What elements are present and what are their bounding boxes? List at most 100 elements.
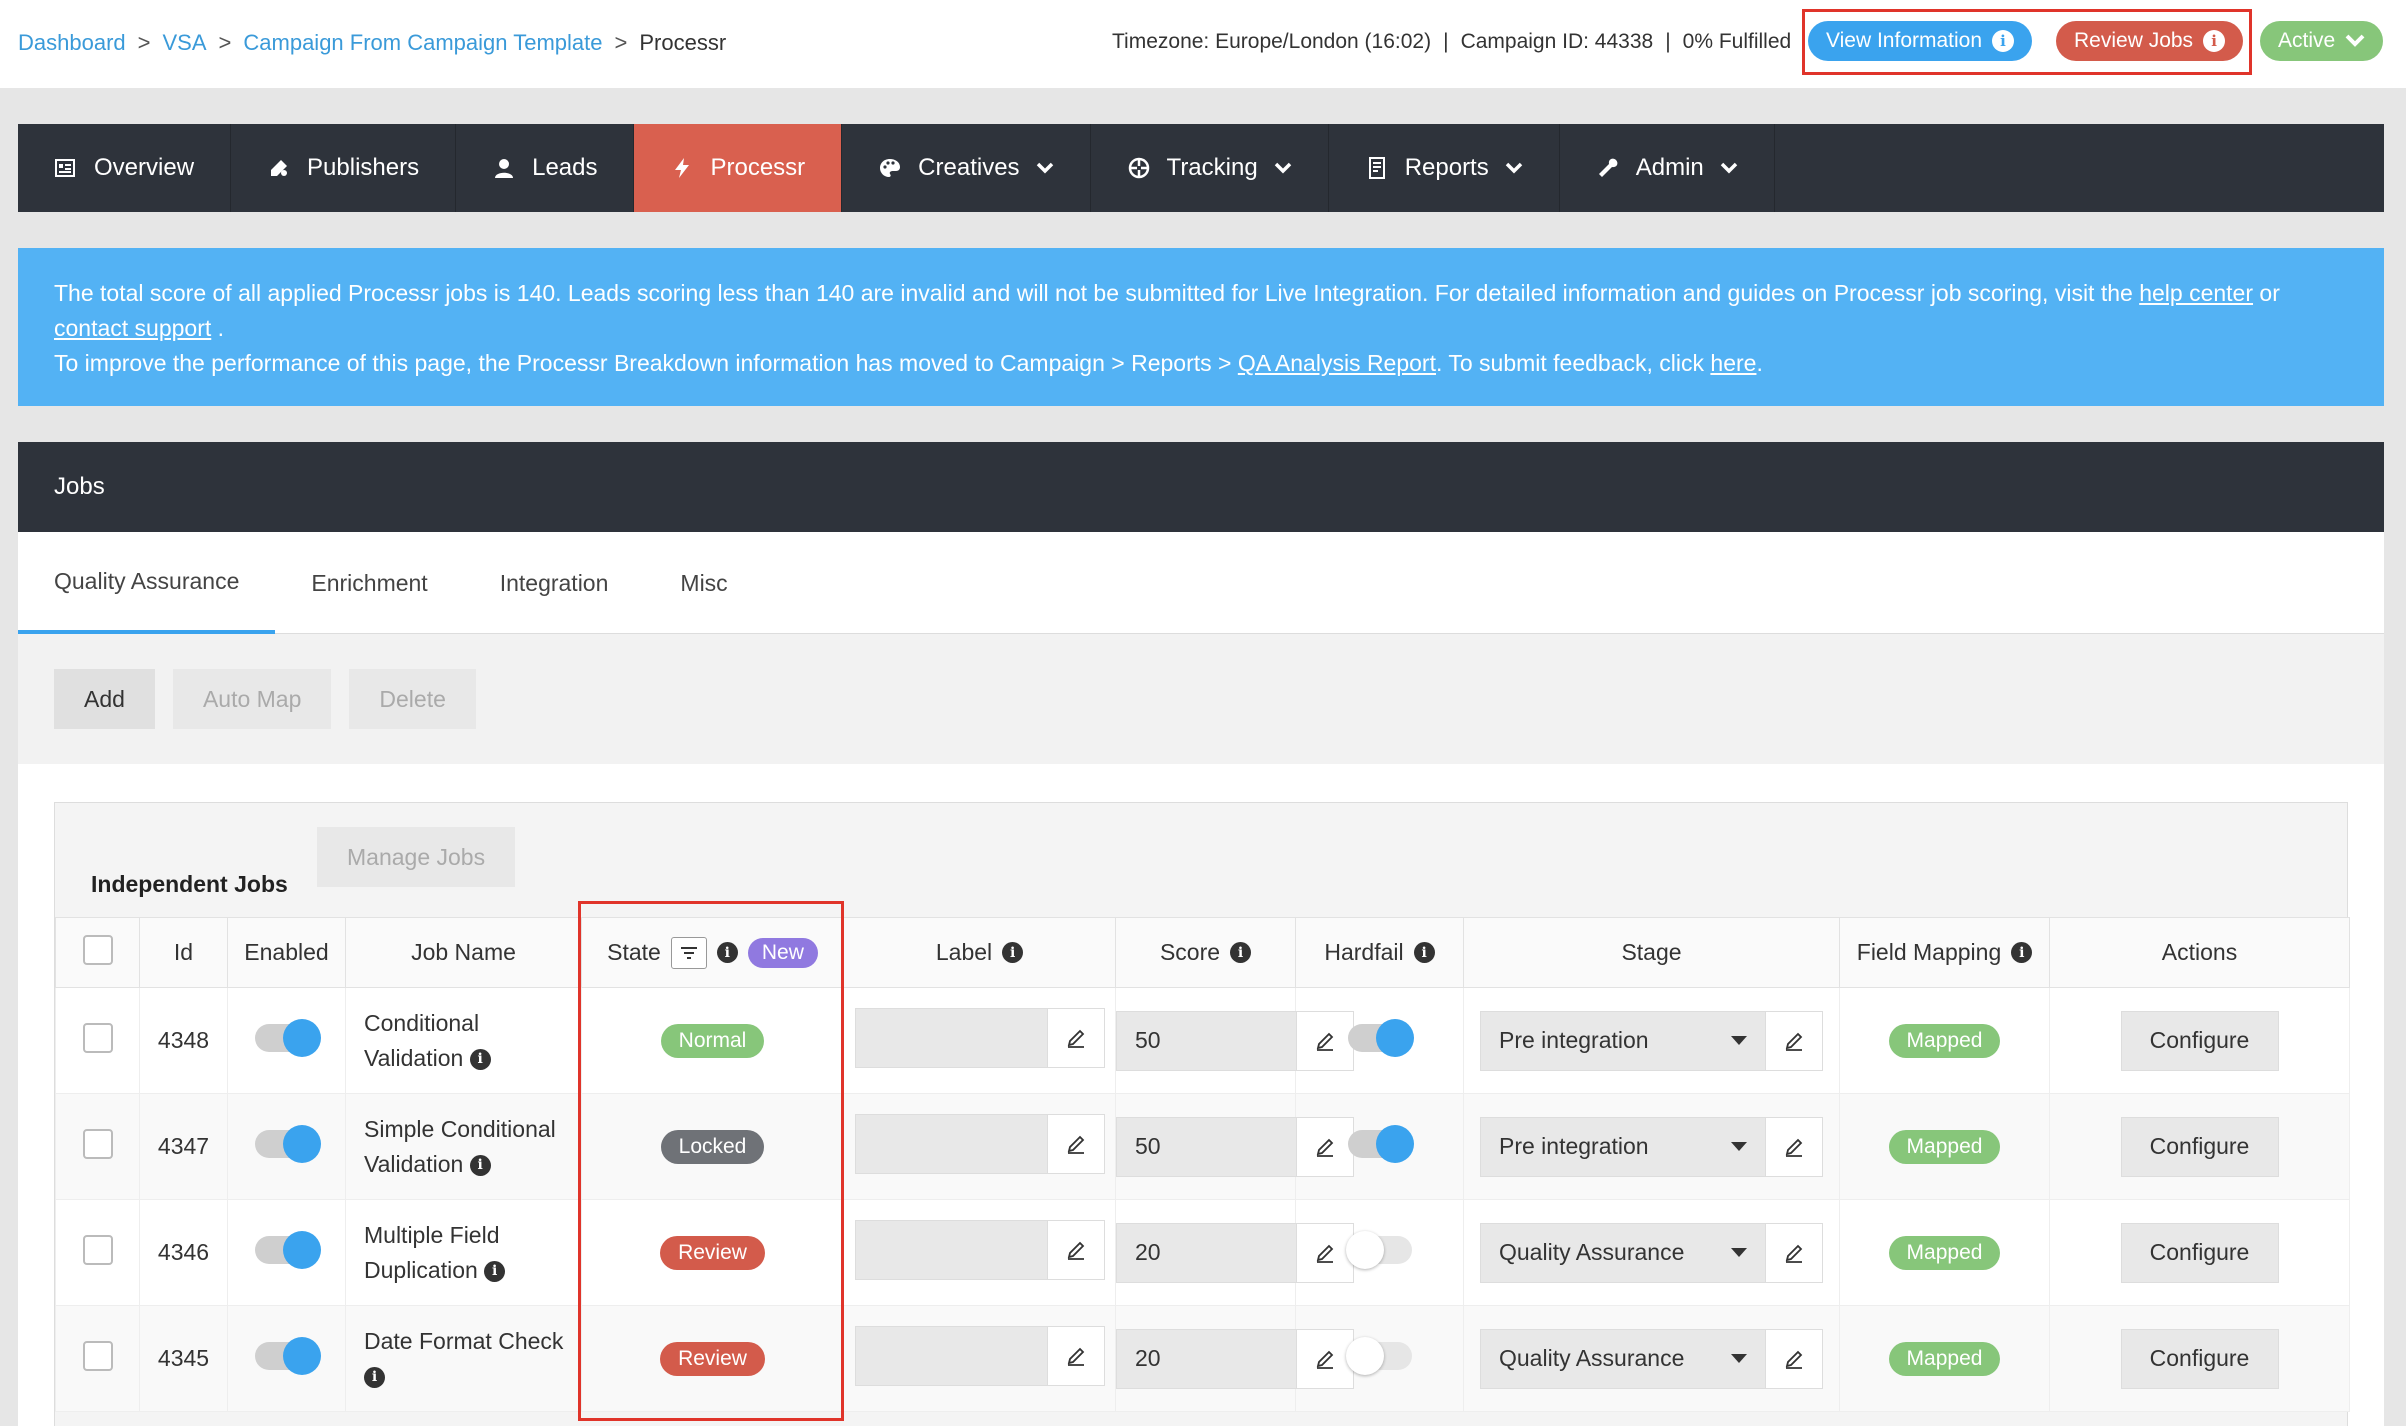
enabled-toggle[interactable] <box>254 1336 321 1375</box>
info-icon[interactable]: i <box>1413 942 1435 963</box>
nav-leads[interactable]: Leads <box>456 124 635 212</box>
hardfail-toggle[interactable] <box>1347 1018 1414 1057</box>
mapped-badge: Mapped <box>1888 1341 2001 1376</box>
stage-select[interactable]: Quality Assurance <box>1480 1328 1765 1389</box>
col-field-mapping-text: Field Mapping <box>1856 939 2002 965</box>
tab-misc[interactable]: Misc <box>644 532 763 634</box>
enabled-toggle[interactable] <box>254 1018 321 1057</box>
review-jobs-button[interactable]: Review Jobs i <box>2056 21 2244 61</box>
info-icon[interactable]: i <box>1230 942 1252 963</box>
info-icon[interactable]: i <box>484 1260 506 1282</box>
banner-text: or <box>2253 280 2280 306</box>
auto-map-button[interactable]: Auto Map <box>172 669 332 729</box>
row-checkbox[interactable] <box>82 1022 113 1053</box>
edit-pencil-icon[interactable] <box>1765 1222 1823 1283</box>
edit-pencil-icon[interactable] <box>1296 1010 1354 1071</box>
score-field[interactable]: 20 <box>1116 1222 1296 1283</box>
info-icon[interactable]: i <box>469 1048 491 1070</box>
edit-pencil-icon[interactable] <box>1765 1116 1823 1177</box>
stage-value: Pre integration <box>1499 1133 1649 1159</box>
row-checkbox[interactable] <box>82 1234 113 1265</box>
enabled-toggle[interactable] <box>254 1124 321 1163</box>
table-row: 4345 Date Format Check i Review 20 Quali… <box>55 1305 2350 1412</box>
configure-button[interactable]: Configure <box>2120 1116 2279 1177</box>
label-field[interactable] <box>854 1113 1047 1174</box>
edit-pencil-icon[interactable] <box>1765 1328 1823 1389</box>
row-select-cell <box>55 1093 140 1200</box>
stage-select[interactable]: Pre integration <box>1480 1116 1765 1177</box>
info-icon[interactable]: i <box>716 942 738 963</box>
label-field[interactable] <box>854 1219 1047 1280</box>
job-name-line: Validation <box>364 1044 464 1071</box>
nav-leads-label: Leads <box>532 154 598 181</box>
feedback-here-link[interactable]: here <box>1710 350 1756 376</box>
chevron-down-icon <box>1274 162 1291 174</box>
banner-text: . <box>211 315 225 341</box>
status-label: Active <box>2278 29 2336 52</box>
edit-pencil-icon[interactable] <box>1296 1116 1354 1177</box>
add-button[interactable]: Add <box>54 669 155 729</box>
col-enabled: Enabled <box>227 917 346 988</box>
nav-processr[interactable]: Processr <box>634 124 843 212</box>
hardfail-toggle[interactable] <box>1345 1336 1412 1375</box>
help-center-link[interactable]: help center <box>2139 280 2253 306</box>
view-information-button[interactable]: View Information i <box>1808 21 2033 61</box>
enabled-cell <box>227 987 346 1094</box>
manage-jobs-button[interactable]: Manage Jobs <box>317 827 516 887</box>
info-icon[interactable]: i <box>2011 942 2033 963</box>
independent-jobs-title: Independent Jobs <box>91 871 288 897</box>
edit-pencil-icon[interactable] <box>1046 1113 1105 1174</box>
info-icon[interactable]: i <box>364 1366 385 1388</box>
stage-select[interactable]: Pre integration <box>1480 1010 1765 1071</box>
status-dropdown[interactable]: Active <box>2260 21 2384 61</box>
delete-button[interactable]: Delete <box>349 669 476 729</box>
nav-tracking[interactable]: Tracking <box>1091 124 1329 212</box>
enabled-toggle[interactable] <box>254 1230 321 1269</box>
breadcrumb-campaign[interactable]: Campaign From Campaign Template <box>243 30 602 56</box>
job-id: 4346 <box>139 1199 228 1306</box>
qa-analysis-report-link[interactable]: QA Analysis Report <box>1238 350 1436 376</box>
score-field[interactable]: 20 <box>1116 1328 1296 1389</box>
nav-publishers-label: Publishers <box>307 154 420 181</box>
configure-button[interactable]: Configure <box>2120 1222 2279 1283</box>
actions-cell: Configure <box>2049 987 2350 1094</box>
edit-pencil-icon[interactable] <box>1046 1219 1105 1280</box>
score-field[interactable]: 50 <box>1116 1010 1296 1071</box>
enabled-cell <box>227 1199 346 1306</box>
select-all-checkbox[interactable] <box>82 934 113 965</box>
row-checkbox[interactable] <box>82 1340 113 1371</box>
nav-admin[interactable]: Admin <box>1560 124 1775 212</box>
row-checkbox[interactable] <box>82 1128 113 1159</box>
stage-select[interactable]: Quality Assurance <box>1480 1222 1765 1283</box>
job-id: 4348 <box>139 987 228 1094</box>
hardfail-toggle[interactable] <box>1345 1230 1412 1269</box>
enabled-cell <box>227 1305 346 1412</box>
score-cell: 20 <box>1115 1305 1354 1412</box>
edit-pencil-icon[interactable] <box>1765 1010 1823 1071</box>
info-icon[interactable]: i <box>1002 942 1024 963</box>
filter-icon[interactable] <box>670 936 707 969</box>
score-field[interactable]: 50 <box>1116 1116 1296 1177</box>
breadcrumb-dashboard[interactable]: Dashboard <box>18 30 126 56</box>
edit-pencil-icon[interactable] <box>1046 1007 1105 1068</box>
nav-creatives[interactable]: Creatives <box>842 124 1091 212</box>
tab-integration[interactable]: Integration <box>464 532 645 634</box>
breadcrumb-vsa[interactable]: VSA <box>163 30 207 56</box>
edit-pencil-icon[interactable] <box>1046 1325 1105 1386</box>
col-job-name: Job Name <box>345 917 582 988</box>
hardfail-toggle[interactable] <box>1347 1124 1414 1163</box>
col-hardfail-text: Hardfail <box>1324 939 1404 965</box>
configure-button[interactable]: Configure <box>2120 1328 2279 1389</box>
info-icon[interactable]: i <box>469 1154 491 1176</box>
label-field[interactable] <box>854 1325 1047 1386</box>
contact-support-link[interactable]: contact support <box>54 315 211 341</box>
tab-enrichment[interactable]: Enrichment <box>275 532 463 634</box>
nav-overview[interactable]: Overview <box>18 124 232 212</box>
nav-reports[interactable]: Reports <box>1329 124 1560 212</box>
overview-icon <box>55 159 75 177</box>
label-field[interactable] <box>854 1007 1047 1068</box>
tab-quality-assurance[interactable]: Quality Assurance <box>18 532 276 634</box>
job-name-line: Multiple Field <box>364 1221 500 1248</box>
nav-publishers[interactable]: Publishers <box>231 124 457 212</box>
configure-button[interactable]: Configure <box>2120 1010 2279 1071</box>
